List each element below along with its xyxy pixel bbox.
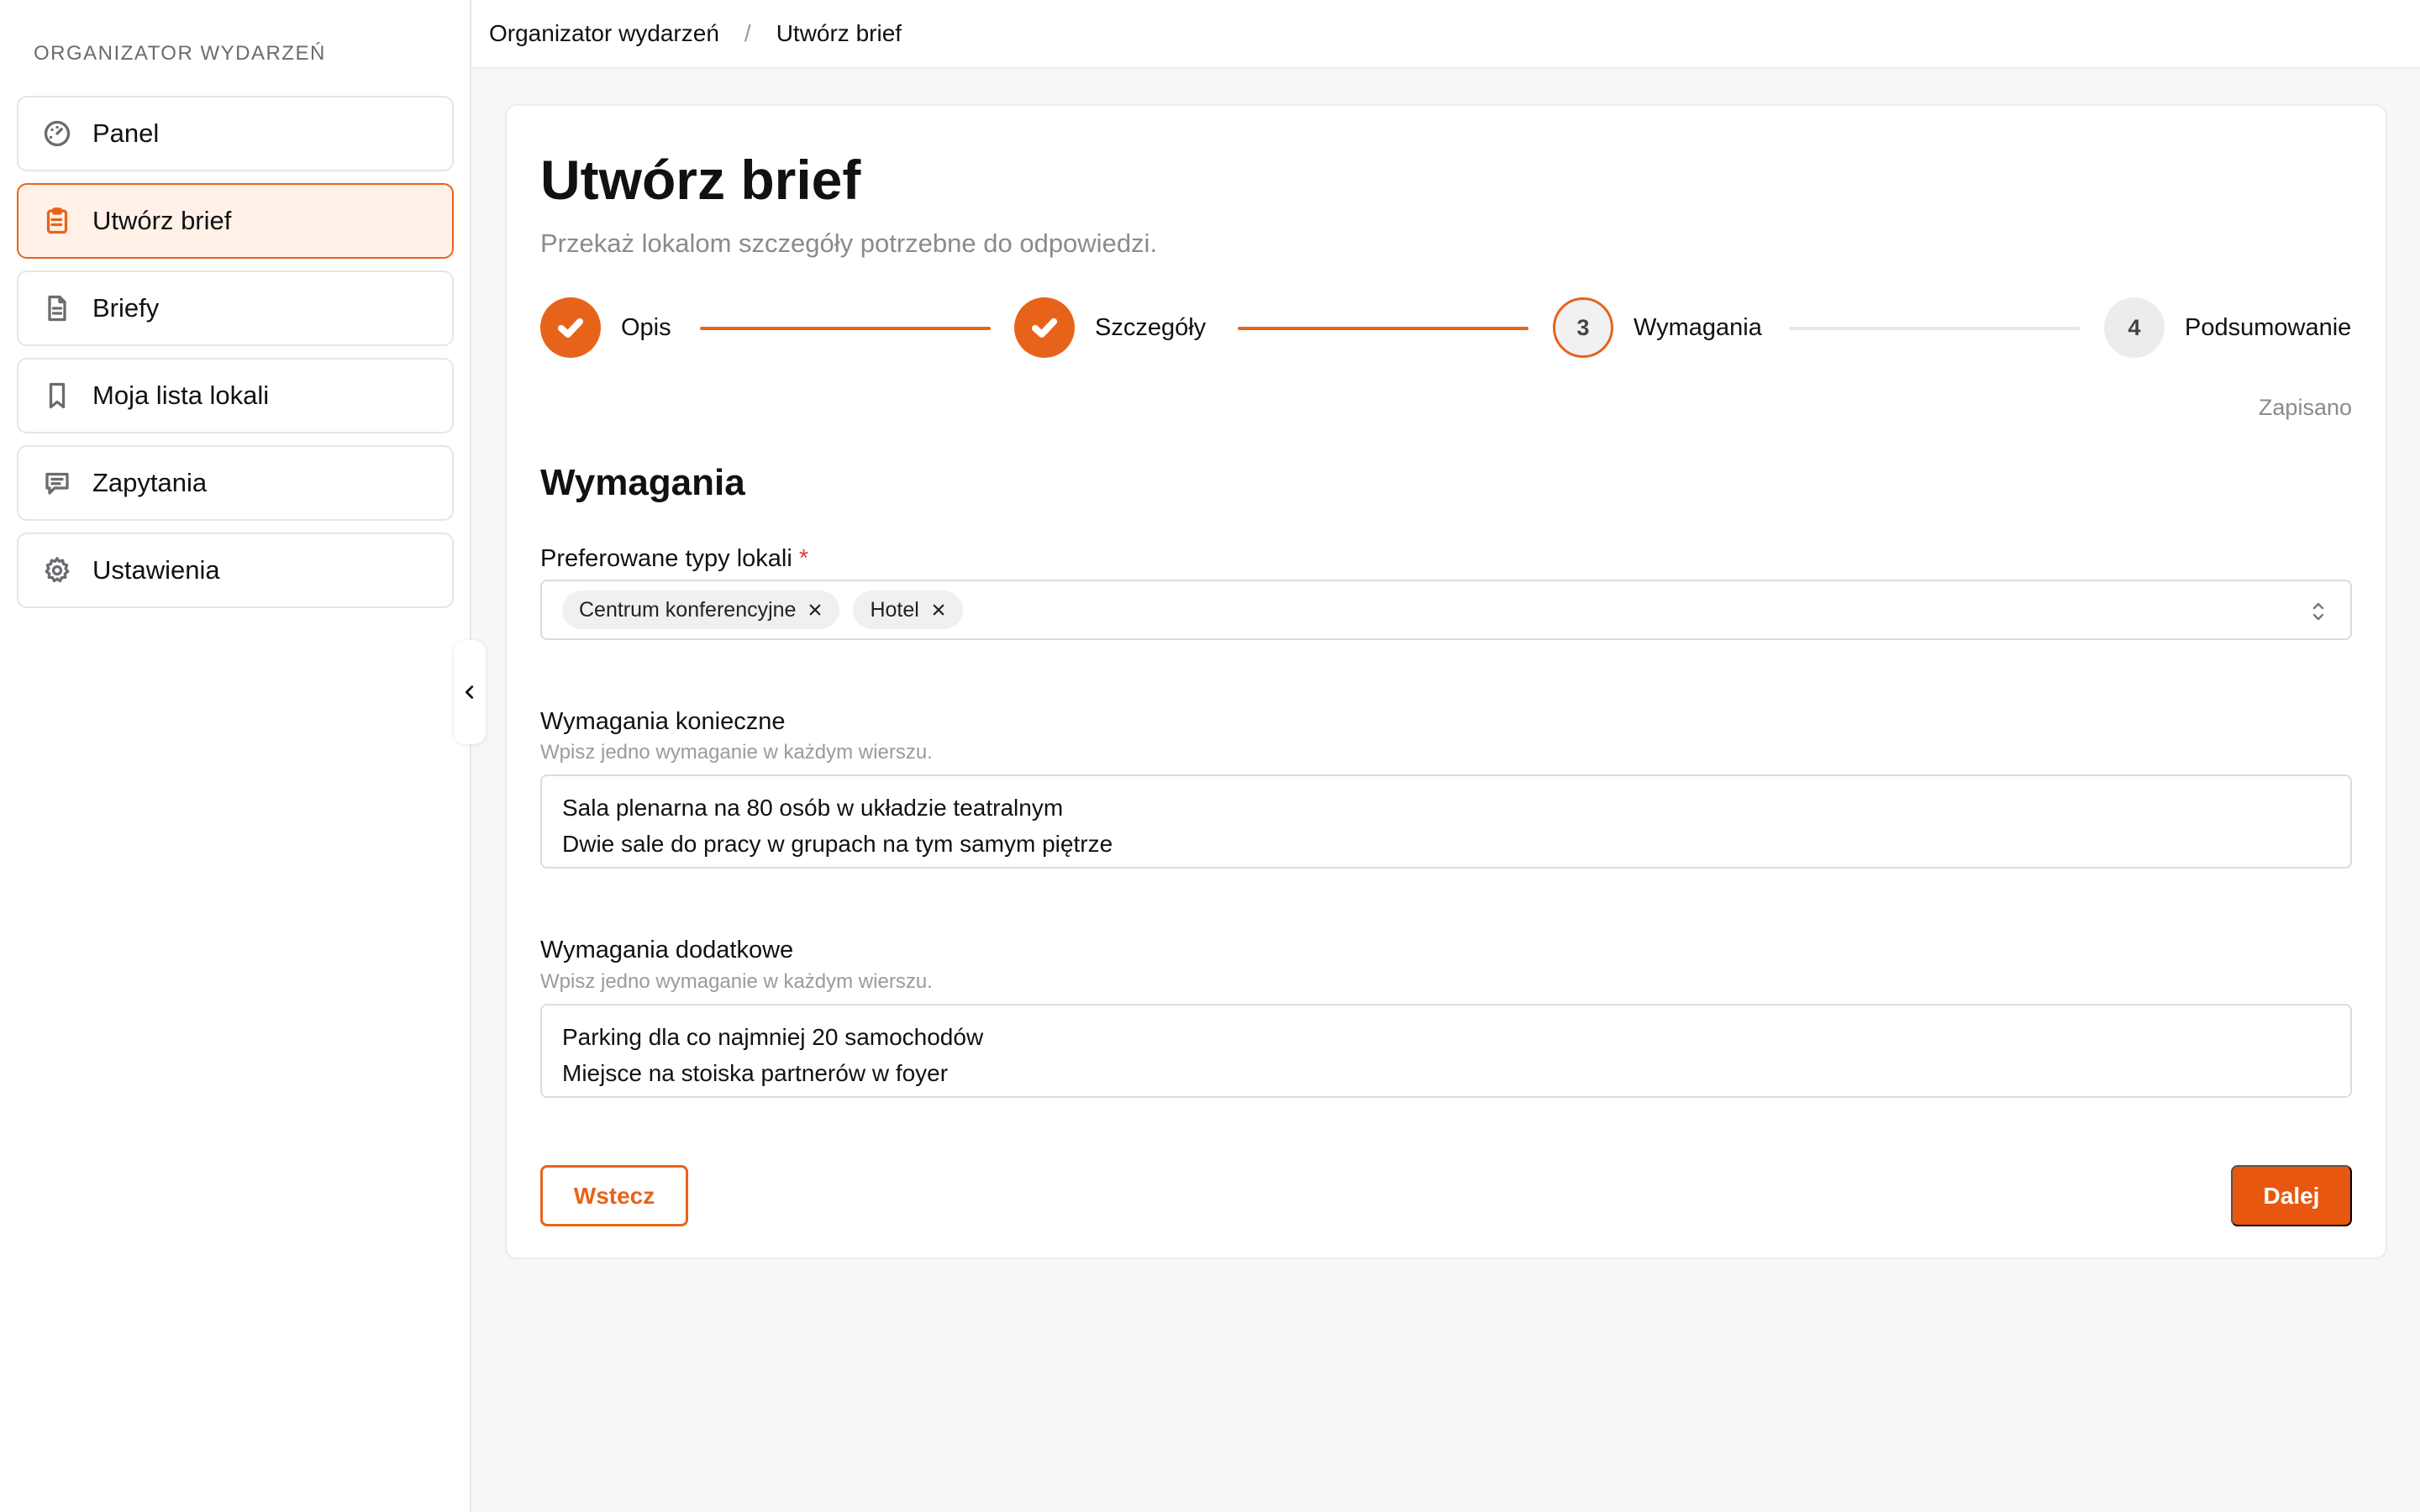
step-number: 4 [2104, 297, 2165, 358]
stepper-connector [700, 327, 991, 330]
section-title: Wymagania [540, 462, 745, 503]
must-have-hint: Wpisz jedno wymaganie w każdym wierszu. [540, 741, 933, 764]
stepper-connector [1238, 327, 1528, 330]
sidebar-item-label: Utwórz brief [92, 206, 232, 235]
sidebar-item-create-brief[interactable]: Utwórz brief [17, 183, 454, 259]
remove-tag-icon[interactable] [929, 601, 948, 619]
venue-types-select[interactable]: Centrum konferencyjne Hotel [540, 580, 2352, 640]
venue-type-tag: Centrum konferencyjne [562, 591, 840, 629]
nice-to-have-hint: Wpisz jedno wymaganie w każdym wierszu. [540, 970, 933, 993]
message-icon [40, 466, 74, 500]
sidebar-item-label: Ustawienia [92, 555, 220, 585]
sidebar-item-label: Moja lista lokali [92, 381, 270, 410]
chevron-up-down-icon [2310, 600, 2327, 623]
venue-types-label-text: Preferowane typy lokali [540, 545, 792, 572]
stepper: Opis Szczegóły 3 Wymagania 4 Podsumowani… [540, 297, 2354, 358]
step-done-check [540, 297, 601, 358]
venue-types-label: Preferowane typy lokali * [540, 545, 808, 573]
clipboard-icon [40, 204, 74, 238]
document-icon [40, 291, 74, 325]
step-done-check [1014, 297, 1075, 358]
sidebar-item-panel[interactable]: Panel [17, 96, 454, 171]
must-have-label: Wymagania konieczne [540, 708, 786, 735]
step-label: Szczegóły [1095, 313, 1207, 341]
page-subtitle: Przekaż lokalom szczegóły potrzebne do o… [540, 228, 1158, 258]
step-wymagania[interactable]: 3 Wymagania [1553, 297, 1762, 358]
textarea-line: Miejsce na stoiska partnerów w foyer [562, 1060, 949, 1086]
sidebar-heading: ORGANIZATOR WYDARZEŃ [34, 42, 326, 65]
breadcrumb-root[interactable]: Organizator wydarzeń [489, 20, 719, 47]
sidebar-item-settings[interactable]: Ustawienia [17, 533, 454, 608]
step-label: Opis [621, 313, 671, 341]
next-button[interactable]: Dalej [2231, 1165, 2352, 1226]
bookmark-icon [40, 379, 74, 412]
check-icon [1031, 318, 1058, 338]
step-szczegoly[interactable]: Szczegóły [1014, 297, 1206, 358]
step-label: Podsumowanie [2185, 313, 2352, 341]
step-podsumowanie[interactable]: 4 Podsumowanie [2104, 297, 2351, 358]
sidebar-item-venue-list[interactable]: Moja lista lokali [17, 358, 454, 433]
required-mark: * [798, 545, 809, 572]
textarea-line: Sala plenarna na 80 osób w układzie teat… [562, 795, 1064, 821]
stepper-connector [1789, 327, 2080, 330]
sidebar-item-label: Zapytania [92, 468, 208, 497]
save-status: Zapisano [2258, 395, 2352, 420]
sidebar-item-label: Briefy [92, 293, 160, 323]
remove-tag-icon[interactable] [806, 601, 824, 619]
sidebar-nav: Panel Utwórz brief Briefy Moja lista lok… [17, 96, 454, 620]
sidebar-item-briefs[interactable]: Briefy [17, 270, 454, 346]
step-number: 3 [1553, 297, 1613, 358]
step-opis[interactable]: Opis [540, 297, 671, 358]
tag-label: Centrum konferencyjne [579, 597, 797, 622]
tag-label: Hotel [870, 597, 919, 622]
breadcrumb-current: Utwórz brief [776, 20, 902, 46]
breadcrumb: Organizator wydarzeń / Utwórz brief [472, 0, 2420, 69]
brief-form-card: Utwórz brief Przekaż lokalom szczegóły p… [505, 104, 2387, 1259]
must-have-textarea[interactable]: Sala plenarna na 80 osób w układzie teat… [540, 774, 2352, 869]
venue-type-tag: Hotel [853, 591, 963, 629]
page-title: Utwórz brief [540, 149, 861, 211]
chevron-left-icon [465, 685, 474, 699]
sidebar-collapse-button[interactable] [454, 640, 486, 744]
textarea-line: Dwie sale do pracy w grupach na tym samy… [562, 831, 1113, 857]
textarea-line: Parking dla co najmniej 20 samochodów [562, 1024, 984, 1050]
nice-to-have-textarea[interactable]: Parking dla co najmniej 20 samochodów Mi… [540, 1004, 2352, 1098]
gauge-icon [40, 117, 74, 150]
sidebar-item-label: Panel [92, 118, 160, 148]
step-label: Wymagania [1634, 313, 1762, 341]
nice-to-have-label: Wymagania dodatkowe [540, 937, 794, 963]
breadcrumb-separator: / [744, 20, 751, 46]
sidebar-item-inquiries[interactable]: Zapytania [17, 445, 454, 521]
gear-icon [40, 554, 74, 587]
sidebar: ORGANIZATOR WYDARZEŃ Panel Utwórz brief … [0, 0, 471, 1512]
back-button[interactable]: Wstecz [540, 1165, 688, 1226]
check-icon [557, 318, 584, 338]
